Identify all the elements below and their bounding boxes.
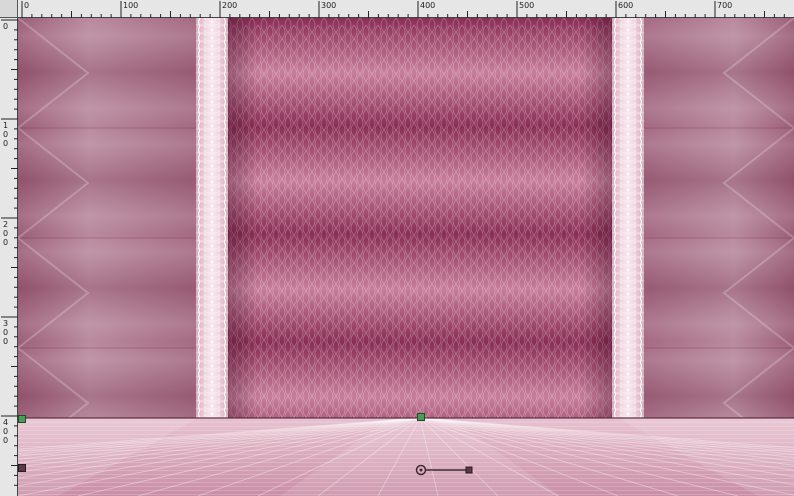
image-editor-window: 0 100 200 300 400 500 600 700 0100200300400 <box>0 0 794 496</box>
center-curtain-panel <box>228 18 612 418</box>
ruler-tick-label: 300 <box>321 1 336 10</box>
ruler-tick-label: 100 <box>123 1 138 10</box>
ruler-tick-label: 0 <box>3 229 8 238</box>
ruler-tick-label: 4 <box>3 418 8 427</box>
right-lace-stripe <box>612 18 644 418</box>
right-lace-scallops <box>613 18 643 418</box>
ruler-tick-label: 600 <box>618 1 633 10</box>
ruler-tick-label: 0 <box>3 427 8 436</box>
horizontal-ruler[interactable]: 0 100 200 300 400 500 600 700 <box>18 0 794 18</box>
horizontal-ruler-ticks: 0 100 200 300 400 500 600 700 <box>21 1 785 18</box>
ruler-tick-label: 2 <box>3 220 8 229</box>
left-side-pattern <box>18 18 196 418</box>
ruler-tick-label: 0 <box>3 337 8 346</box>
ruler-tick-label: 0 <box>24 1 29 10</box>
ruler-tick-label: 1 <box>3 121 8 130</box>
center-honeycomb-pattern <box>228 18 612 418</box>
ruler-tick-label: 0 <box>3 130 8 139</box>
ruler-tick-label: 0 <box>3 22 8 31</box>
left-corner-handle[interactable] <box>18 415 26 423</box>
right-side-pattern <box>644 18 794 418</box>
ruler-tick-label: 500 <box>519 1 534 10</box>
right-side-panel <box>644 18 794 418</box>
rotation-handle-icon[interactable] <box>415 464 473 476</box>
ruler-tick-label: 0 <box>3 238 8 247</box>
ruler-tick-label: 400 <box>420 1 435 10</box>
left-lace-stripe <box>196 18 228 418</box>
ruler-tick-label: 0 <box>3 139 8 148</box>
floor-perspective <box>18 418 794 496</box>
ruler-tick-label: 700 <box>717 1 732 10</box>
left-middle-handle[interactable] <box>18 464 26 472</box>
left-side-panel <box>18 18 196 418</box>
left-lace-scallops <box>197 18 227 418</box>
ruler-corner <box>0 0 18 18</box>
center-top-handle[interactable] <box>417 413 425 421</box>
ruler-tick-label: 3 <box>3 319 8 328</box>
ruler-tick-label: 0 <box>3 436 8 445</box>
image-canvas[interactable] <box>18 18 794 496</box>
perspective-horizon-line[interactable] <box>18 417 794 419</box>
floor-perspective-lines <box>18 418 794 496</box>
ruler-tick-label: 0 <box>3 328 8 337</box>
wall-area <box>18 18 794 418</box>
vertical-ruler[interactable]: 0100200300400 <box>0 18 18 496</box>
vertical-ruler-ticks: 0100200300400 <box>1 19 18 486</box>
ruler-tick-label: 200 <box>222 1 237 10</box>
